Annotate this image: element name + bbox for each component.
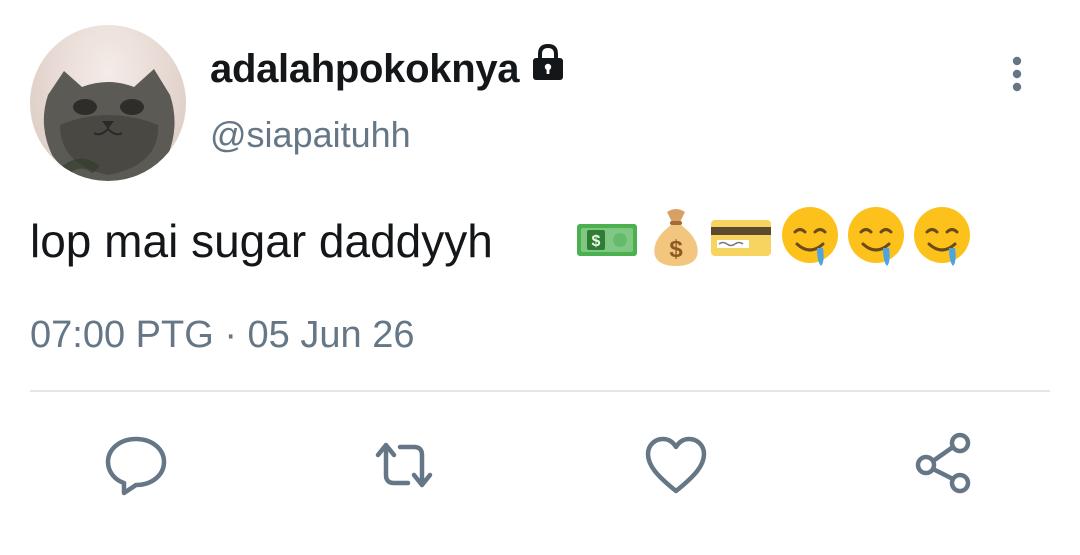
reply-icon [105, 436, 167, 496]
tweet-time: 07:00 PTG [30, 314, 214, 356]
credit-card-emoji [711, 220, 771, 256]
retweet-button[interactable] [364, 425, 444, 505]
timestamp-separator: · [224, 314, 237, 356]
svg-text:$: $ [592, 233, 601, 250]
heart-icon [645, 436, 707, 494]
display-name[interactable]: adalahpokoknya [210, 46, 520, 92]
money-bag-emoji: $ [654, 209, 698, 266]
retweet-icon [375, 442, 433, 488]
tweet-date: 05 Jun 26 [247, 314, 415, 356]
share-button[interactable] [904, 425, 984, 505]
drooling-face-emoji [782, 207, 838, 266]
more-options-icon[interactable] [1000, 54, 1034, 99]
tweet-text: lop mai sugar daddyyh [30, 215, 493, 267]
cat-face-avatar-icon [43, 69, 175, 181]
drooling-face-emoji [848, 207, 904, 266]
like-button[interactable] [636, 425, 716, 505]
avatar[interactable] [30, 25, 186, 181]
reply-button[interactable] [96, 425, 176, 505]
lock-icon [527, 41, 569, 88]
share-icon [915, 432, 971, 494]
timestamp: 07:00 PTG · 05 Jun 26 [30, 313, 414, 357]
drooling-face-emoji [914, 207, 970, 266]
handle[interactable]: @siapaituhh [210, 114, 411, 156]
divider [30, 390, 1050, 392]
dollar-banknote-emoji: $ [577, 224, 637, 256]
svg-text:$: $ [669, 236, 683, 263]
